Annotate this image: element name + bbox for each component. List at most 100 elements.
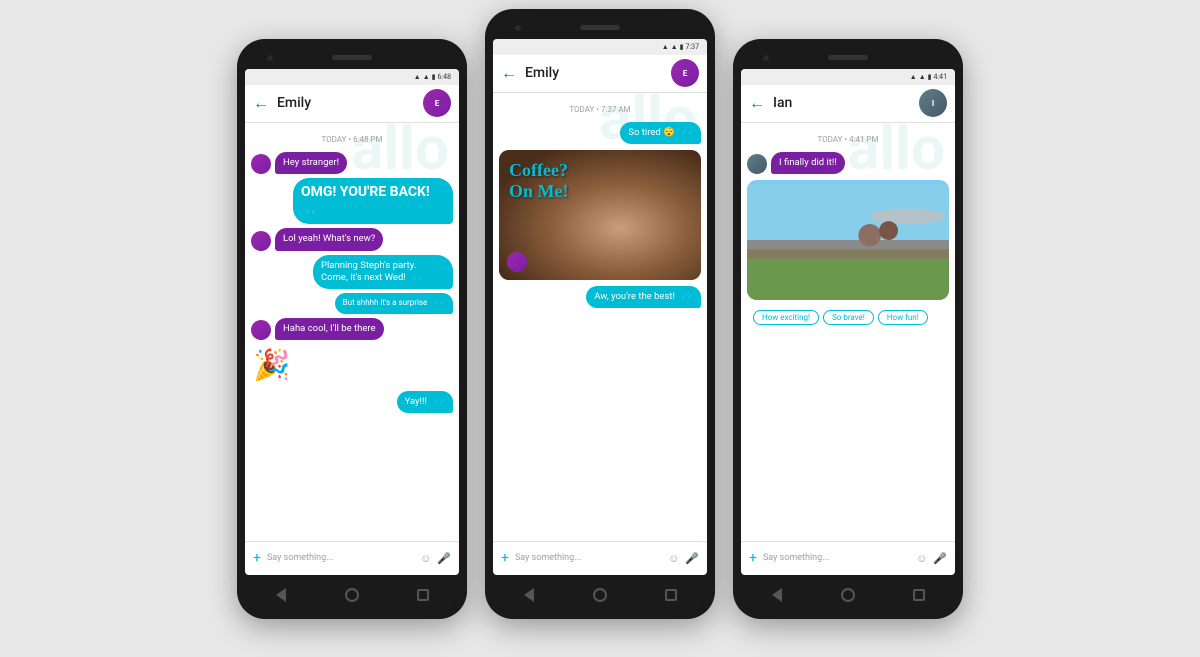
input-bar-3: + Say something... ☺ 🎤 bbox=[741, 541, 955, 575]
msg-row-3-1: I finally did it!! bbox=[747, 152, 949, 174]
avatar-3-1 bbox=[747, 154, 767, 174]
wifi-icon-1: ▲ bbox=[414, 73, 421, 81]
smart-reply-brave[interactable]: So brave! bbox=[823, 310, 874, 325]
emoji-icon-1[interactable]: ☺ bbox=[420, 552, 431, 565]
bubble-1-4: Planning Steph's party. Come, it's next … bbox=[313, 255, 453, 290]
bubble-3-1: I finally did it!! bbox=[771, 152, 845, 174]
recent-nav-3[interactable] bbox=[909, 585, 929, 605]
back-nav-3[interactable] bbox=[767, 585, 787, 605]
battery-icon-1: ▮ bbox=[432, 73, 436, 81]
input-bar-2: + Say something... ☺ 🎤 bbox=[493, 541, 707, 575]
sender-avatar-2 bbox=[507, 252, 527, 272]
msg-row-1-5: But shhhh it's a surprise ✓✓ bbox=[251, 293, 453, 313]
bubble-1-5: But shhhh it's a surprise ✓✓ bbox=[335, 293, 453, 313]
phone-screen-3: ▲ ▲ ▮ 4:41 ← Ian I allo TODAY • 4:41 PM … bbox=[741, 69, 955, 575]
recent-nav-2[interactable] bbox=[661, 585, 681, 605]
phone-top-bar-2 bbox=[493, 21, 707, 35]
smart-replies-3: How exciting! So brave! How fun! bbox=[747, 306, 949, 329]
phones-container: ▲ ▲ ▮ 6:48 ← Emily E allo TODAY • 6:48 P… bbox=[237, 0, 963, 657]
coffee-image-2: Coffee?On Me! bbox=[499, 150, 701, 280]
bubble-1-1: Hey stranger! bbox=[275, 152, 347, 174]
wifi-icon-3: ▲ bbox=[910, 73, 917, 81]
status-icons-3: ▲ ▲ ▮ 4:41 bbox=[910, 73, 947, 81]
smart-reply-fun[interactable]: How fun! bbox=[878, 310, 928, 325]
status-icons-1: ▲ ▲ ▮ 6:48 bbox=[414, 73, 451, 81]
msg-row-1-2: OMG! YOU'RE BACK! ✓✓ bbox=[251, 178, 453, 224]
contact-name-3: Ian bbox=[773, 95, 919, 111]
emoji-icon-3[interactable]: ☺ bbox=[916, 552, 927, 565]
msg-row-2-1: So tired 😴 ✓✓ bbox=[499, 122, 701, 144]
input-field-1[interactable]: Say something... bbox=[267, 553, 414, 563]
phone-3: ▲ ▲ ▮ 4:41 ← Ian I allo TODAY • 4:41 PM … bbox=[733, 39, 963, 619]
msg-row-1-6: Haha cool, I'll be there bbox=[251, 318, 453, 340]
app-header-2: ← Emily E bbox=[493, 55, 707, 93]
phone-top-bar-1 bbox=[245, 51, 459, 65]
phone-screen-2: ▲ ▲ ▮ 7:37 ← Emily E allo TODAY • 7:37 A… bbox=[493, 39, 707, 575]
contact-avatar-1[interactable]: E bbox=[423, 89, 451, 117]
time-1: 6:48 bbox=[438, 73, 452, 81]
avatar-1-3 bbox=[251, 231, 271, 251]
phone-camera-3 bbox=[763, 55, 769, 61]
timestamp-1: TODAY • 6:48 PM bbox=[251, 135, 453, 144]
phone-bottom-1 bbox=[245, 579, 459, 607]
home-nav-3[interactable] bbox=[838, 585, 858, 605]
bubble-2-1: So tired 😴 ✓✓ bbox=[620, 122, 701, 144]
mic-icon-2[interactable]: 🎤 bbox=[685, 552, 699, 565]
phone-2: ▲ ▲ ▮ 7:37 ← Emily E allo TODAY • 7:37 A… bbox=[485, 9, 715, 619]
input-field-2[interactable]: Say something... bbox=[515, 553, 662, 563]
phone-bottom-3 bbox=[741, 579, 955, 607]
back-nav-1[interactable] bbox=[271, 585, 291, 605]
signal-icon-3: ▲ bbox=[919, 73, 926, 81]
contact-name-2: Emily bbox=[525, 65, 671, 81]
emoji-icon-2[interactable]: ☺ bbox=[668, 552, 679, 565]
add-button-3[interactable]: + bbox=[749, 550, 757, 566]
mic-icon-1[interactable]: 🎤 bbox=[437, 552, 451, 565]
phone-1: ▲ ▲ ▮ 6:48 ← Emily E allo TODAY • 6:48 P… bbox=[237, 39, 467, 619]
bubble-1-8: Yay!!! ✓✓ bbox=[397, 391, 453, 413]
phone-camera-1 bbox=[267, 55, 273, 61]
back-button-3[interactable]: ← bbox=[749, 93, 765, 113]
bubble-2-3: Aw, you're the best! ✓✓ bbox=[586, 286, 701, 308]
app-header-3: ← Ian I bbox=[741, 85, 955, 123]
add-button-1[interactable]: + bbox=[253, 550, 261, 566]
skydive-image-3 bbox=[747, 180, 949, 300]
wifi-icon-2: ▲ bbox=[662, 43, 669, 51]
phone-speaker-1 bbox=[332, 55, 372, 60]
input-icons-3: ☺ 🎤 bbox=[916, 552, 947, 565]
sticker-1: 🎉 bbox=[251, 344, 292, 387]
mic-icon-3[interactable]: 🎤 bbox=[933, 552, 947, 565]
avatar-1-1 bbox=[251, 154, 271, 174]
back-button-1[interactable]: ← bbox=[253, 93, 269, 113]
input-field-3[interactable]: Say something... bbox=[763, 553, 910, 563]
phone-bottom-2 bbox=[493, 579, 707, 607]
bubble-1-6: Haha cool, I'll be there bbox=[275, 318, 384, 340]
avatar-1-6 bbox=[251, 320, 271, 340]
timestamp-2: TODAY • 7:37 AM bbox=[499, 105, 701, 114]
phone-top-bar-3 bbox=[741, 51, 955, 65]
contact-avatar-3[interactable]: I bbox=[919, 89, 947, 117]
back-button-2[interactable]: ← bbox=[501, 63, 517, 83]
timestamp-3: TODAY • 4:41 PM bbox=[747, 135, 949, 144]
msg-row-1-7: 🎉 bbox=[251, 344, 453, 387]
image-message-2: Coffee?On Me! bbox=[499, 150, 701, 280]
home-nav-1[interactable] bbox=[342, 585, 362, 605]
signal-icon-2: ▲ bbox=[671, 43, 678, 51]
msg-row-1-4: Planning Steph's party. Come, it's next … bbox=[251, 255, 453, 290]
phone-speaker-2 bbox=[580, 25, 620, 30]
recent-nav-1[interactable] bbox=[413, 585, 433, 605]
contact-avatar-2[interactable]: E bbox=[671, 59, 699, 87]
time-3: 4:41 bbox=[934, 73, 948, 81]
home-nav-2[interactable] bbox=[590, 585, 610, 605]
msg-row-1-3: Lol yeah! What's new? bbox=[251, 228, 453, 250]
phone-screen-1: ▲ ▲ ▮ 6:48 ← Emily E allo TODAY • 6:48 P… bbox=[245, 69, 459, 575]
input-icons-1: ☺ 🎤 bbox=[420, 552, 451, 565]
add-button-2[interactable]: + bbox=[501, 550, 509, 566]
msg-row-1-1: Hey stranger! bbox=[251, 152, 453, 174]
signal-icon-1: ▲ bbox=[423, 73, 430, 81]
chat-area-3: TODAY • 4:41 PM I finally did it!! bbox=[741, 123, 955, 541]
back-nav-2[interactable] bbox=[519, 585, 539, 605]
input-bar-1: + Say something... ☺ 🎤 bbox=[245, 541, 459, 575]
smart-reply-exciting[interactable]: How exciting! bbox=[753, 310, 819, 325]
msg-row-2-3: Aw, you're the best! ✓✓ bbox=[499, 286, 701, 308]
status-icons-2: ▲ ▲ ▮ 7:37 bbox=[662, 43, 699, 51]
